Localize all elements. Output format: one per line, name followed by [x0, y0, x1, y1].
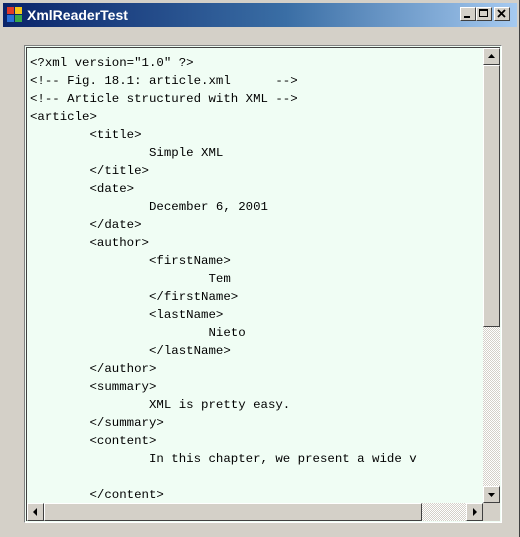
text-line: <author> [30, 236, 149, 250]
xml-output-textbox[interactable]: <?xml version="1.0" ?> <!-- Fig. 18.1: ar… [24, 45, 502, 523]
text-line: December 6, 2001 [30, 200, 268, 214]
xml-text-content[interactable]: <?xml version="1.0" ?> <!-- Fig. 18.1: ar… [30, 54, 417, 504]
title-bar[interactable]: XmlReaderTest [3, 3, 517, 27]
horizontal-scroll-thumb[interactable] [44, 503, 422, 521]
text-line: </author> [30, 362, 157, 376]
text-line: </lastName> [30, 344, 231, 358]
text-line: Tem [30, 272, 231, 286]
text-line: Simple XML [30, 146, 224, 160]
text-line: XML is pretty easy. [30, 398, 291, 412]
text-line: <title> [30, 128, 142, 142]
vertical-scroll-thumb[interactable] [483, 65, 500, 327]
maximize-icon [479, 9, 488, 17]
text-line: <content> [30, 434, 157, 448]
scroll-corner [483, 503, 500, 521]
text-line: <?xml version="1.0" ?> [30, 56, 194, 70]
arrow-right-icon [473, 508, 477, 516]
minimize-button[interactable] [460, 7, 476, 21]
text-line: </content> [30, 488, 164, 502]
app-icon [7, 7, 23, 23]
arrow-down-icon [488, 493, 495, 497]
text-line: </firstName> [30, 290, 239, 304]
window-title: XmlReaderTest [27, 7, 128, 23]
scroll-left-button[interactable] [27, 503, 44, 521]
text-line: </title> [30, 164, 149, 178]
text-line: Nieto [30, 326, 246, 340]
text-line: <article> [30, 110, 97, 124]
horizontal-scrollbar[interactable] [27, 503, 483, 521]
text-line: <!-- Article structured with XML --> [30, 92, 298, 106]
text-line: </date> [30, 218, 142, 232]
minimize-icon [464, 16, 470, 18]
arrow-left-icon [33, 508, 37, 516]
text-line: <firstName> [30, 254, 231, 268]
scroll-up-button[interactable] [483, 48, 500, 65]
close-icon [497, 9, 506, 18]
text-line: <lastName> [30, 308, 224, 322]
form-client-area: <?xml version="1.0" ?> <!-- Fig. 18.1: ar… [14, 36, 510, 534]
text-line: <!-- Fig. 18.1: article.xml --> [30, 74, 298, 88]
arrow-up-icon [488, 54, 495, 58]
app-window: XmlReaderTest <?xml version="1.0" ?> <!--… [0, 0, 520, 537]
scroll-down-button[interactable] [483, 486, 500, 503]
scroll-right-button[interactable] [466, 503, 483, 521]
text-line: In this chapter, we present a wide v [30, 452, 417, 466]
text-line: </summary> [30, 416, 164, 430]
close-button[interactable] [494, 7, 510, 21]
vertical-scrollbar[interactable] [483, 48, 500, 503]
maximize-button[interactable] [476, 7, 492, 21]
text-line: <date> [30, 182, 135, 196]
text-line: <summary> [30, 380, 157, 394]
text-line [30, 468, 417, 486]
